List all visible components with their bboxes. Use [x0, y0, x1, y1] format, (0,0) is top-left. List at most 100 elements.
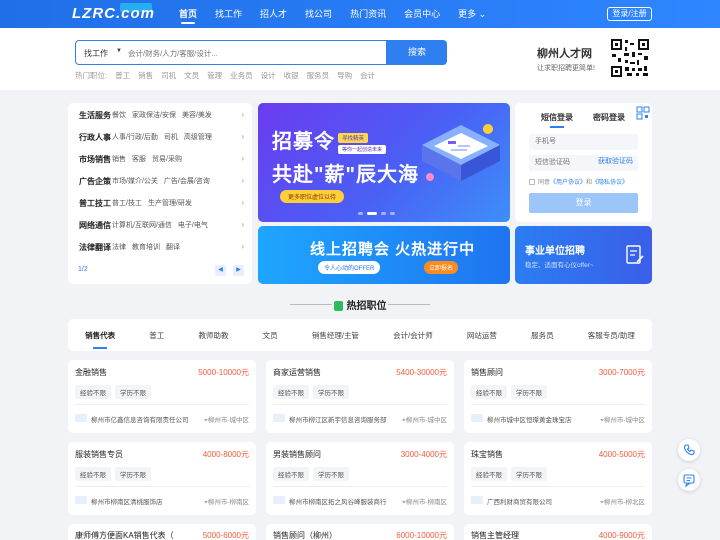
- tab-web-operations[interactable]: 网站运营: [467, 330, 497, 341]
- job-title[interactable]: 商家运营销售: [273, 367, 321, 378]
- carousel-dot[interactable]: [367, 212, 377, 215]
- tab-password-login[interactable]: 密码登录: [593, 112, 625, 123]
- search-input[interactable]: [128, 45, 378, 61]
- phone-float-button[interactable]: [678, 439, 700, 461]
- category-sub[interactable]: 教育培训: [132, 242, 160, 252]
- hot-keyword[interactable]: 文员: [184, 70, 199, 81]
- category-sub[interactable]: 电子/电气: [178, 220, 208, 230]
- category-row[interactable]: 行政人事 人事/行政/后勤 司机 高级管理 ›: [79, 126, 244, 148]
- category-sub[interactable]: 家政保洁/安保: [132, 110, 176, 120]
- promo-banner[interactable]: 招募令 寻找精英 等你一起创造未来 共赴"薪"辰大海 更多职位虚位以待: [258, 103, 510, 222]
- category-sub[interactable]: 贸易/采购: [152, 154, 182, 164]
- category-sub[interactable]: 人事/行政/后勤: [112, 132, 158, 142]
- company-name[interactable]: 广西利财商贸有限公司: [487, 496, 552, 506]
- category-sub[interactable]: 高级管理: [184, 132, 212, 142]
- company-name[interactable]: 柳州市柳南区清桃服饰店: [91, 496, 163, 506]
- category-sub[interactable]: 销售: [112, 154, 126, 164]
- public-institution-card[interactable]: 事业单位招聘 稳定、适面有心仪offer~: [515, 226, 652, 284]
- category-sub[interactable]: 法律: [112, 242, 126, 252]
- tab-clerk[interactable]: 文员: [263, 330, 278, 341]
- job-card[interactable]: 康师傅方便面KA销售代表（ 5000-6000元: [68, 524, 256, 540]
- category-title[interactable]: 生活服务: [79, 110, 112, 121]
- category-sub[interactable]: 普工/技工: [112, 198, 142, 208]
- nav-member-center[interactable]: 会员中心: [395, 0, 449, 28]
- tab-accountant[interactable]: 会计/会计师: [393, 330, 433, 341]
- category-sub[interactable]: 餐饮: [112, 110, 126, 120]
- tab-sales-manager[interactable]: 销售经理/主管: [312, 330, 359, 341]
- hot-keyword[interactable]: 服务员: [307, 70, 330, 81]
- category-sub[interactable]: 美容/美发: [182, 110, 212, 120]
- job-title[interactable]: 珠宝销售: [471, 449, 503, 460]
- category-title[interactable]: 广告企策: [79, 176, 112, 187]
- carousel-dot[interactable]: [358, 212, 363, 215]
- hot-keyword[interactable]: 销售: [138, 70, 153, 81]
- next-page-icon[interactable]: ▶: [233, 265, 244, 276]
- category-row[interactable]: 普工技工 普工/技工 生产管理/研发 ›: [79, 192, 244, 214]
- user-agreement-link[interactable]: 《用户协议》: [550, 180, 586, 186]
- category-title[interactable]: 网络通信: [79, 220, 112, 231]
- caret-down-icon[interactable]: ▼: [116, 48, 122, 54]
- category-row[interactable]: 广告企策 市场/媒介/公关 广告/会展/咨询 ›: [79, 170, 244, 192]
- get-code-button[interactable]: 获取验证码: [598, 156, 633, 166]
- job-card[interactable]: 金融销售 5000-10000元 经验不限 学历不限 柳州市亿鑫信息咨询有限责任公…: [68, 360, 256, 433]
- tab-customer-service[interactable]: 客服专员/助理: [588, 330, 635, 341]
- category-sub[interactable]: 广告/会展/咨询: [164, 176, 210, 186]
- nav-find-company[interactable]: 找公司: [296, 0, 341, 28]
- category-sub[interactable]: 司机: [164, 132, 178, 142]
- tab-waiter[interactable]: 服务员: [531, 330, 554, 341]
- banner-more-jobs-button[interactable]: 更多职位虚位以待: [280, 190, 345, 203]
- job-card[interactable]: 男装销售顾问 3000-4000元 经验不限 学历不限 柳州市柳南区拓之风谷峰服装…: [266, 442, 454, 515]
- privacy-agreement-link[interactable]: 《隐私协议》: [592, 180, 628, 186]
- category-title[interactable]: 市场销售: [79, 154, 112, 165]
- company-name[interactable]: 柳州市柳江区新宇信息咨询服务部: [289, 414, 387, 424]
- prev-page-icon[interactable]: ◀: [215, 265, 226, 276]
- category-row[interactable]: 网络通信 计算机/互联网/通信 电子/电气 ›: [79, 214, 244, 236]
- job-title[interactable]: 服装销售专员: [75, 449, 123, 460]
- job-card[interactable]: 珠宝销售 4000-5000元 经验不限 学历不限 广西利财商贸有限公司 ⌖柳州市…: [464, 442, 652, 515]
- chat-float-button[interactable]: [678, 469, 700, 491]
- login-register-button[interactable]: 登录/注册: [607, 7, 652, 21]
- job-card[interactable]: 销售顾问（柳州） 6000-10000元: [266, 524, 454, 540]
- nav-find-job[interactable]: 找工作: [206, 0, 251, 28]
- nav-news[interactable]: 热门资讯: [341, 0, 395, 28]
- job-card[interactable]: 销售顾问 3000-7000元 经验不限 学历不限 柳州市城中区恒璨黄金珠宝店 ⌖…: [464, 360, 652, 433]
- category-title[interactable]: 法律翻译: [79, 242, 112, 253]
- carousel-dot[interactable]: [381, 212, 386, 215]
- tab-teacher[interactable]: 教师助教: [198, 330, 228, 341]
- job-card[interactable]: 销售主管经理 4000-9000元: [464, 524, 652, 540]
- hot-keyword[interactable]: 会计: [360, 70, 375, 81]
- job-card[interactable]: 服装销售专员 4000-8000元 经验不限 学历不限 柳州市柳南区清桃服饰店 ⌖…: [68, 442, 256, 515]
- hot-keyword[interactable]: 司机: [161, 70, 176, 81]
- category-row[interactable]: 法律翻译 法律 教育培训 翻译 ›: [79, 236, 244, 258]
- qr-login-icon[interactable]: [636, 106, 650, 120]
- category-sub[interactable]: 生产管理/研发: [148, 198, 192, 208]
- tab-sms-login[interactable]: 短信登录: [541, 112, 573, 128]
- job-title[interactable]: 销售顾问（柳州）: [273, 530, 337, 540]
- category-sub[interactable]: 计算机/互联网/通信: [112, 220, 172, 230]
- job-title[interactable]: 销售主管经理: [471, 530, 519, 540]
- hot-keyword[interactable]: 收银: [284, 70, 299, 81]
- agree-checkbox[interactable]: [529, 179, 535, 186]
- company-name[interactable]: 柳州市城中区恒璨黄金珠宝店: [487, 414, 572, 424]
- nav-home[interactable]: 首页: [170, 0, 206, 28]
- job-title[interactable]: 康师傅方便面KA销售代表（: [75, 530, 174, 540]
- category-sub[interactable]: 客服: [132, 154, 146, 164]
- category-sub[interactable]: 市场/媒介/公关: [112, 176, 158, 186]
- hot-keyword[interactable]: 业务员: [230, 70, 253, 81]
- job-title[interactable]: 销售顾问: [471, 367, 503, 378]
- category-row[interactable]: 市场销售 销售 客服 贸易/采购 ›: [79, 148, 244, 170]
- category-title[interactable]: 行政人事: [79, 132, 112, 143]
- job-card[interactable]: 商家运营销售 5400-30000元 经验不限 学历不限 柳州市柳江区新宇信息咨询…: [266, 360, 454, 433]
- nav-more[interactable]: 更多 ⌄: [449, 0, 495, 28]
- signup-button[interactable]: 立即报名: [424, 261, 459, 274]
- tab-general-worker[interactable]: 普工: [149, 330, 164, 341]
- carousel-dot[interactable]: [390, 212, 395, 215]
- online-fair-banner[interactable]: 线上招聘会 火热进行中 令人心动的OFFER 立即报名: [258, 226, 510, 284]
- category-sub[interactable]: 翻译: [166, 242, 180, 252]
- search-button[interactable]: 搜索: [387, 40, 447, 65]
- hot-keyword[interactable]: 导购: [337, 70, 352, 81]
- company-name[interactable]: 柳州市柳南区拓之风谷峰服装商行: [289, 496, 387, 506]
- search-type-select[interactable]: 找工作: [84, 48, 108, 59]
- category-row[interactable]: 生活服务 餐饮 家政保洁/安保 美容/美发 ›: [79, 104, 244, 126]
- job-title[interactable]: 金融销售: [75, 367, 107, 378]
